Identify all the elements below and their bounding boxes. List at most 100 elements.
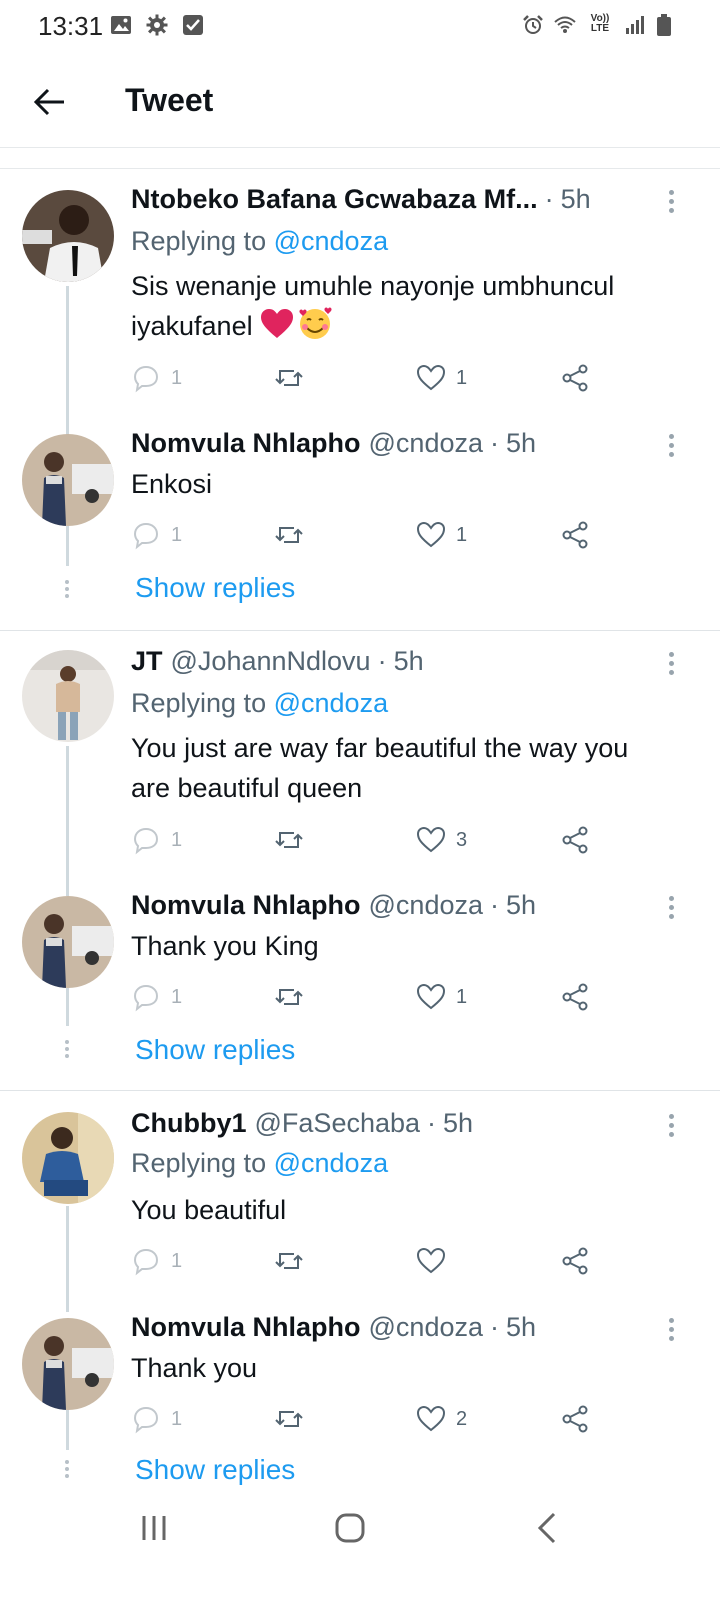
show-replies-link[interactable]: Show replies	[135, 1454, 295, 1486]
reply-count: 1	[171, 523, 183, 546]
show-replies-link[interactable]: Show replies	[135, 1034, 295, 1066]
like-count: 1	[456, 366, 468, 389]
separator: ·	[490, 890, 499, 920]
heart-icon	[416, 826, 446, 853]
smiling-face-with-hearts-icon	[298, 307, 332, 341]
author-name[interactable]: Nomvula Nhlapho	[131, 890, 361, 921]
thread-ellipsis	[64, 1460, 70, 1481]
like-button[interactable]: 2	[416, 1402, 467, 1436]
show-replies-link[interactable]: Show replies	[135, 572, 295, 604]
more-options-icon[interactable]	[662, 1114, 680, 1140]
retweet-icon	[275, 989, 303, 1005]
replying-to: Replying to @cndoza	[131, 688, 388, 719]
more-options-icon[interactable]	[662, 652, 680, 678]
avatar[interactable]	[22, 190, 114, 282]
recent-apps-icon[interactable]	[134, 1508, 174, 1548]
separator: ·	[490, 1312, 499, 1342]
retweet-button[interactable]	[274, 1244, 304, 1278]
share-button[interactable]	[560, 361, 590, 395]
like-button[interactable]: 3	[416, 823, 467, 857]
like-count: 1	[456, 985, 468, 1008]
tweet-text: Enkosi	[131, 469, 213, 499]
divider	[0, 630, 720, 631]
retweet-icon	[275, 527, 303, 543]
app-header: Tweet	[0, 56, 720, 148]
back-arrow-icon[interactable]	[30, 82, 70, 122]
divider	[0, 1090, 720, 1091]
signal-icon	[624, 14, 646, 36]
avatar[interactable]	[22, 896, 114, 988]
wifi-icon	[554, 14, 576, 36]
author-handle[interactable]: @cndoza	[369, 428, 483, 459]
author-handle[interactable]: @cndoza	[369, 890, 483, 921]
avatar[interactable]	[22, 434, 114, 526]
reply-count: 1	[171, 828, 183, 851]
more-options-icon[interactable]	[662, 1318, 680, 1344]
reply-button[interactable]: 1	[131, 823, 182, 857]
author-handle[interactable]: @JohannNdlovu	[171, 646, 371, 677]
like-button[interactable]	[416, 1244, 456, 1278]
mention-link[interactable]: @cndoza	[274, 688, 388, 718]
avatar[interactable]	[22, 650, 114, 742]
tweet-actions: 1 2	[131, 1402, 611, 1436]
more-options-icon[interactable]	[662, 190, 680, 216]
reply-button[interactable]: 1	[131, 1244, 182, 1278]
avatar[interactable]	[22, 1112, 114, 1204]
tweet-header: JT @JohannNdlovu · 5h	[131, 646, 424, 682]
heart-icon	[416, 983, 446, 1010]
settings-icon	[146, 14, 168, 36]
status-right-icons: Vo)) LTE	[522, 14, 672, 36]
mention-link[interactable]: @cndoza	[274, 1148, 388, 1178]
reply-icon	[133, 827, 159, 855]
share-button[interactable]	[560, 1244, 590, 1278]
more-options-icon[interactable]	[662, 434, 680, 460]
home-icon[interactable]	[330, 1508, 370, 1548]
author-name[interactable]: Nomvula Nhlapho	[131, 1312, 361, 1343]
separator: ·	[544, 184, 554, 214]
share-button[interactable]	[560, 518, 590, 552]
reply-button[interactable]: 1	[131, 1402, 182, 1436]
author-handle[interactable]: @cndoza	[369, 1312, 483, 1343]
like-button[interactable]: 1	[416, 361, 467, 395]
mention-link[interactable]: @cndoza	[274, 226, 388, 256]
more-options-icon[interactable]	[662, 896, 680, 922]
author-handle[interactable]: @FaSechaba	[255, 1108, 421, 1139]
like-button[interactable]: 1	[416, 980, 467, 1014]
share-button[interactable]	[560, 1402, 590, 1436]
like-count: 3	[456, 828, 468, 851]
thread-connector	[66, 746, 69, 896]
share-button[interactable]	[560, 823, 590, 857]
author-name[interactable]: Ntobeko Bafana Gcwabaza Mf...	[131, 184, 538, 215]
like-button[interactable]: 1	[416, 518, 467, 552]
retweet-button[interactable]	[274, 823, 304, 857]
tweet-header: Ntobeko Bafana Gcwabaza Mf... · 5h	[131, 184, 591, 220]
tweet-header: Nomvula Nhlapho @cndoza · 5h	[131, 890, 536, 926]
reply-button[interactable]: 1	[131, 518, 182, 552]
reply-icon	[133, 365, 159, 393]
author-name[interactable]: Chubby1	[131, 1108, 247, 1139]
author-name[interactable]: JT	[131, 646, 163, 677]
retweet-button[interactable]	[274, 1402, 304, 1436]
reply-button[interactable]: 1	[131, 980, 182, 1014]
avatar[interactable]	[22, 1318, 114, 1410]
author-name[interactable]: Nomvula Nhlapho	[131, 428, 361, 459]
share-icon	[562, 983, 588, 1011]
reply-icon	[133, 522, 159, 550]
tweet-time: 5h	[393, 646, 424, 676]
tweet-header: Chubby1 @FaSechaba · 5h	[131, 1108, 473, 1144]
reply-count: 1	[171, 1249, 183, 1272]
system-nav-bar	[0, 1490, 720, 1600]
retweet-button[interactable]	[274, 361, 304, 395]
tweet-time: 5h	[506, 890, 537, 920]
retweet-button[interactable]	[274, 518, 304, 552]
retweet-button[interactable]	[274, 980, 304, 1014]
reply-button[interactable]: 1	[131, 361, 182, 395]
back-icon[interactable]	[528, 1508, 568, 1548]
thread-ellipsis	[64, 580, 70, 601]
tweet-text: You just are way far beautiful the way y…	[131, 733, 629, 803]
reply-icon	[133, 1248, 159, 1276]
alarm-icon	[522, 14, 544, 36]
divider	[0, 168, 720, 169]
share-button[interactable]	[560, 980, 590, 1014]
thread-ellipsis	[64, 1040, 70, 1061]
